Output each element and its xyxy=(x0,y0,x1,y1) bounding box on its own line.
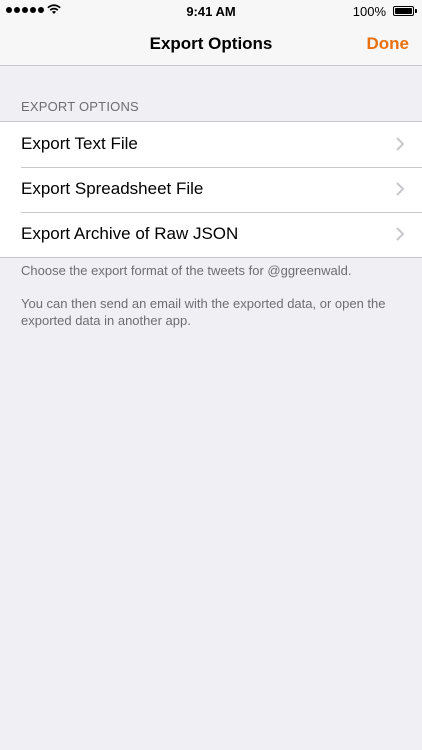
footer-note-format: Choose the export format of the tweets f… xyxy=(21,263,352,278)
export-spreadsheet-file-row[interactable]: Export Spreadsheet File xyxy=(0,167,422,212)
battery-percent: 100% xyxy=(352,4,386,19)
export-options-list: Export Text File Export Spreadsheet File… xyxy=(0,121,422,258)
export-text-file-row[interactable]: Export Text File xyxy=(0,122,422,167)
footer-note-email: You can then send an email with the expo… xyxy=(21,296,386,328)
battery-icon xyxy=(393,6,417,16)
chevron-right-icon xyxy=(396,137,404,151)
row-label: Export Text File xyxy=(21,134,138,153)
page-title: Export Options xyxy=(149,34,273,53)
chevron-right-icon xyxy=(396,182,404,196)
chevron-right-icon xyxy=(396,227,404,241)
done-button[interactable]: Done xyxy=(367,34,410,54)
status-bar: 9:41 AM 100% xyxy=(0,0,422,22)
row-label: Export Spreadsheet File xyxy=(21,179,204,198)
row-label: Export Archive of Raw JSON xyxy=(21,224,239,243)
export-raw-json-row[interactable]: Export Archive of Raw JSON xyxy=(0,212,422,257)
section-header: EXPORT OPTIONS xyxy=(21,99,139,114)
navigation-bar: Export Options Done xyxy=(0,22,422,66)
section-footer: Choose the export format of the tweets f… xyxy=(21,262,401,345)
